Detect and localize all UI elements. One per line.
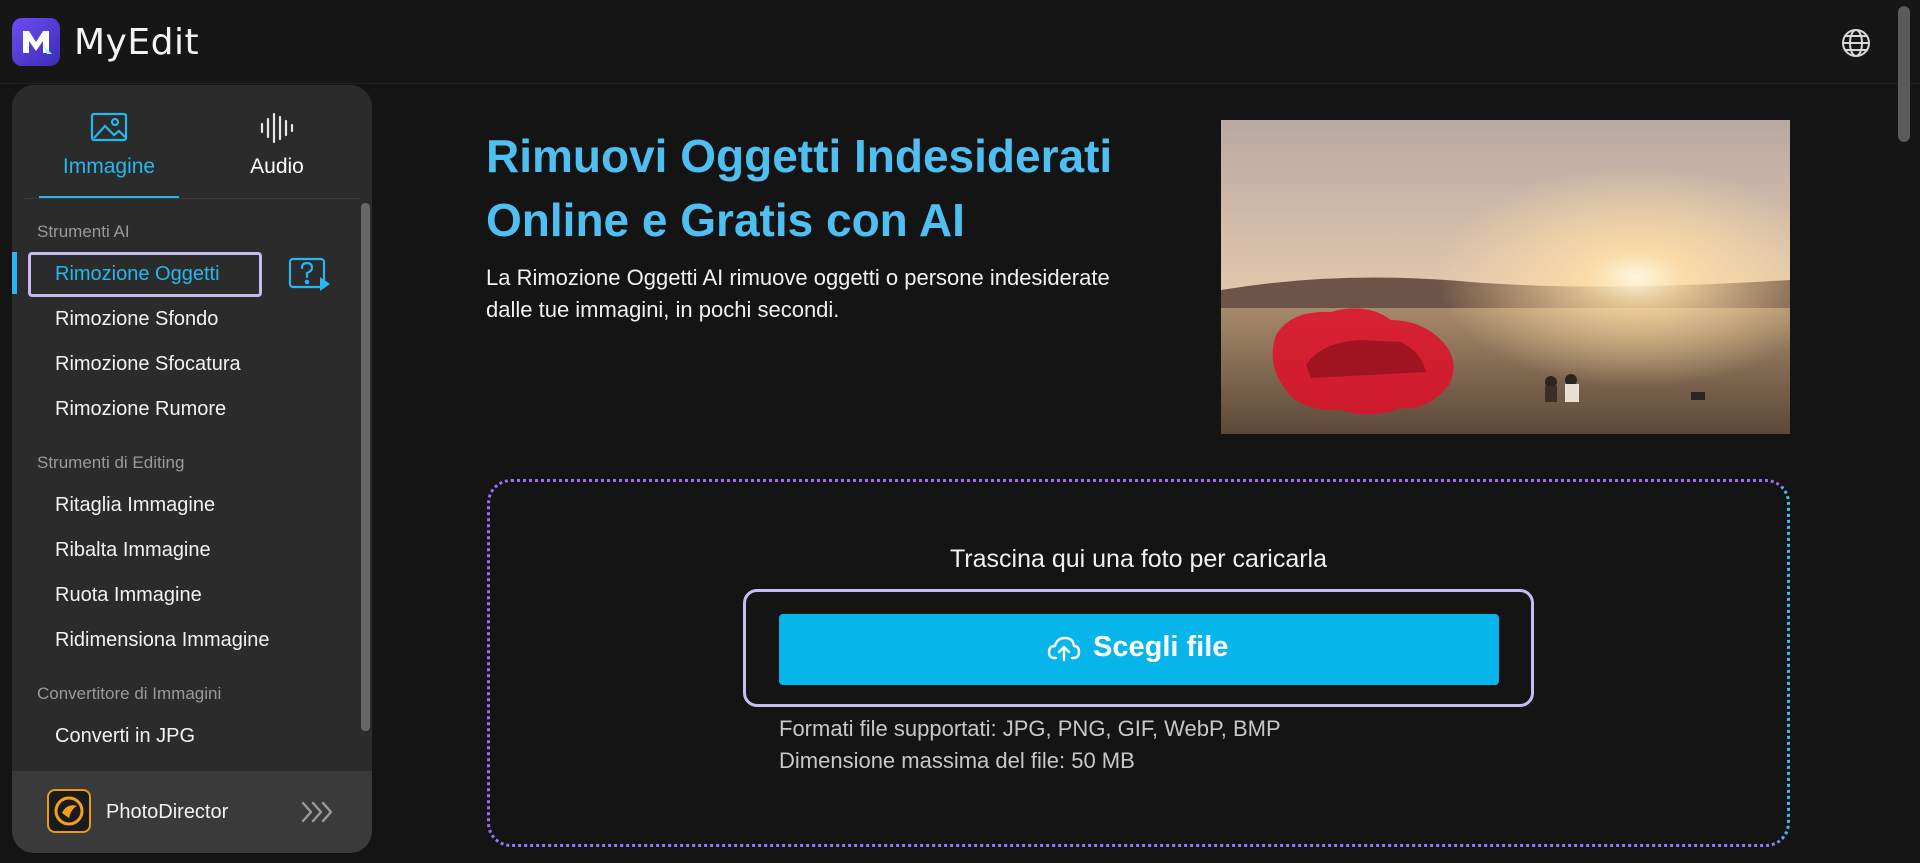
page-description-line-2: dalle tue immagini, in pochi secondi. (486, 297, 840, 322)
photodirector-icon (47, 789, 91, 833)
section-title-convertitore: Convertitore di Immagini (37, 684, 222, 703)
section-title-ai: Strumenti AI (37, 222, 130, 241)
page-description: La Rimozione Oggetti AI rimuove oggetti … (486, 262, 1206, 326)
section-title-editing: Strumenti di Editing (37, 453, 185, 472)
page-scrollbar[interactable] (1898, 6, 1910, 142)
sidebar-item-converti-jpg[interactable]: Converti in JPG (55, 725, 195, 748)
tab-immagine-label: Immagine (62, 155, 156, 178)
upload-requirements: Formati file supportati: JPG, PNG, GIF, … (779, 713, 1281, 777)
tab-audio-label: Audio (250, 155, 304, 178)
photodirector-label[interactable]: PhotoDirector (106, 801, 228, 824)
globe-icon[interactable] (1840, 27, 1872, 59)
app-name[interactable]: MyEdit (74, 22, 199, 63)
top-bar: MyEdit (0, 0, 1920, 84)
sidebar-item-rimozione-oggetti[interactable]: Rimozione Oggetti (55, 263, 220, 286)
sidebar-item-ridimensiona-immagine[interactable]: Ridimensiona Immagine (55, 629, 270, 652)
waveform-icon (257, 110, 297, 146)
help-video-icon[interactable] (288, 257, 332, 293)
sidebar-scrollbar[interactable] (361, 203, 370, 731)
page-title-line-2: Online e Gratis con AI (486, 194, 965, 246)
page-title-line-1: Rimuovi Oggetti Indesiderati (486, 130, 1113, 182)
choose-file-button[interactable]: Scegli file (779, 614, 1499, 685)
sidebar-item-rimozione-sfocatura[interactable]: Rimozione Sfocatura (55, 353, 241, 376)
page-title: Rimuovi Oggetti Indesiderati Online e Gr… (486, 124, 1186, 252)
sidebar-item-rimozione-sfondo[interactable]: Rimozione Sfondo (55, 308, 218, 331)
tab-audio[interactable]: Audio (207, 85, 347, 199)
sidebar-tabs: Immagine Audio (12, 85, 372, 199)
triple-chevron-right-icon[interactable] (300, 799, 336, 825)
sidebar-item-rimozione-rumore[interactable]: Rimozione Rumore (55, 398, 226, 421)
sidebar-item-ruota-immagine[interactable]: Ruota Immagine (55, 584, 202, 607)
tab-divider (24, 198, 360, 199)
supported-formats-text: Formati file supportati: JPG, PNG, GIF, … (779, 716, 1281, 741)
myedit-logo-icon[interactable] (12, 18, 60, 66)
max-size-text: Dimensione massima del file: 50 MB (779, 748, 1135, 773)
active-indicator (12, 252, 17, 294)
sidebar: Immagine Audio Strumenti AI Rimozione Og… (12, 85, 372, 853)
tab-immagine[interactable]: Immagine (39, 85, 179, 199)
image-icon (89, 110, 129, 146)
cloud-upload-icon (1047, 634, 1081, 664)
sidebar-item-ritaglia-immagine[interactable]: Ritaglia Immagine (55, 494, 215, 517)
upload-hint: Trascina qui una foto per caricarla (949, 545, 1328, 573)
hero-example-image (1221, 120, 1790, 434)
page-description-line-1: La Rimozione Oggetti AI rimuove oggetti … (486, 265, 1110, 290)
sidebar-item-ribalta-immagine[interactable]: Ribalta Immagine (55, 539, 211, 562)
choose-file-label: Scegli file (1093, 631, 1229, 663)
